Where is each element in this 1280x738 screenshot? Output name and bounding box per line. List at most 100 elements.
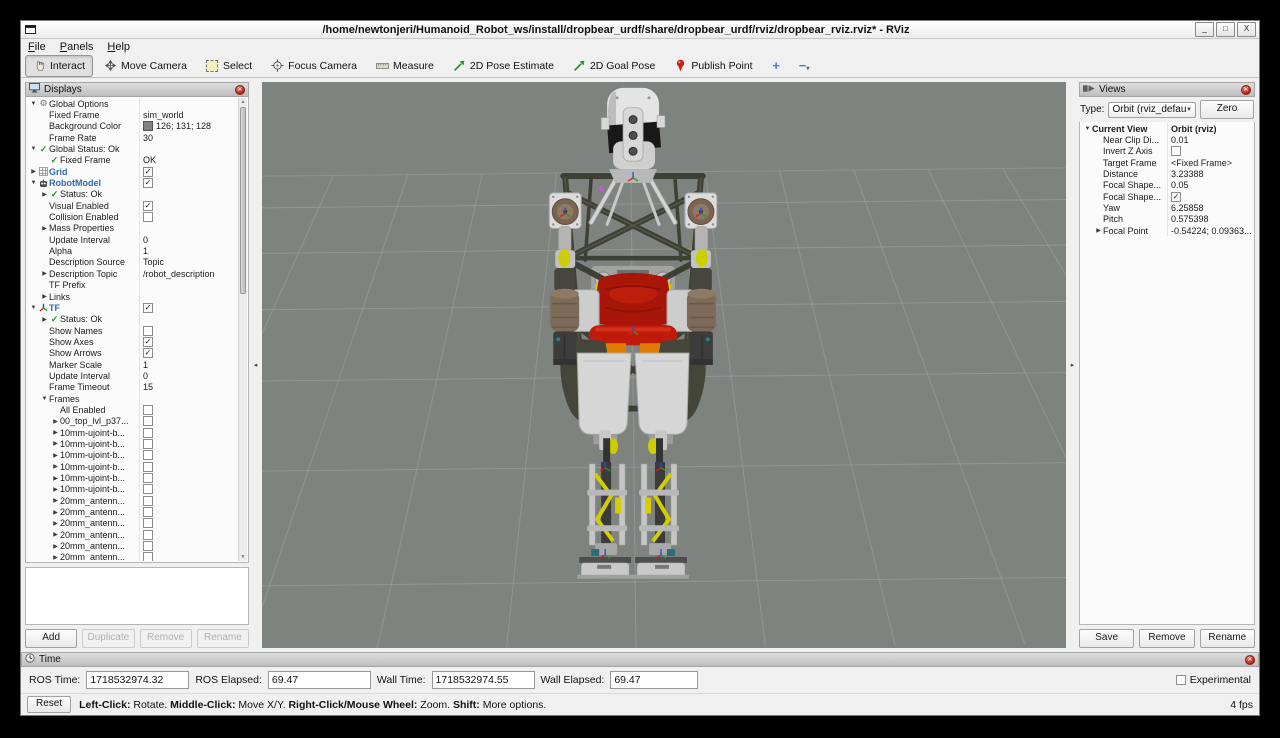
add-button[interactable]: Add xyxy=(25,629,77,648)
menu-item-panels[interactable]: Panels xyxy=(53,39,101,54)
views-close-icon[interactable]: ✕ xyxy=(1241,85,1251,95)
checkbox[interactable] xyxy=(143,439,153,449)
menu-item-file[interactable]: File xyxy=(21,39,53,54)
time-close-icon[interactable]: ✕ xyxy=(1245,655,1255,665)
tool-select[interactable]: Select xyxy=(198,55,260,77)
expander-right-icon[interactable]: ▶ xyxy=(51,543,60,550)
checkbox[interactable]: ✓ xyxy=(143,178,153,188)
tree-row[interactable]: Show Arrows✓ xyxy=(27,348,239,359)
collapse-right-icon[interactable]: ▸ xyxy=(1071,361,1075,369)
displays-scrollbar[interactable]: ▲ ▼ xyxy=(238,98,247,561)
expander-right-icon[interactable]: ▶ xyxy=(51,520,60,527)
tree-row[interactable]: ▶Focal Point-0.54224; 0.09363... xyxy=(1081,225,1253,236)
tree-row[interactable]: TF Prefix xyxy=(27,280,239,291)
expander-right-icon[interactable]: ▶ xyxy=(51,429,60,436)
scrollbar-thumb[interactable] xyxy=(240,107,246,294)
expander-right-icon[interactable]: ▶ xyxy=(40,316,49,323)
experimental-toggle[interactable]: Experimental xyxy=(1176,674,1251,686)
zero-button[interactable]: Zero xyxy=(1200,100,1254,119)
tree-row[interactable]: ▶10mm-ujoint-b... xyxy=(27,438,239,449)
tree-row[interactable]: ▼RobotModel✓ xyxy=(27,177,239,188)
expander-right-icon[interactable]: ▶ xyxy=(51,531,60,538)
tree-row[interactable]: ▶10mm-ujoint-b... xyxy=(27,461,239,472)
menu-item-help[interactable]: Help xyxy=(100,39,137,54)
expander-right-icon[interactable]: ▶ xyxy=(29,168,38,175)
scroll-down-icon[interactable]: ▼ xyxy=(239,553,247,561)
tree-row[interactable]: ▼TF✓ xyxy=(27,302,239,313)
expander-right-icon[interactable]: ▶ xyxy=(40,191,49,198)
tree-row[interactable]: Distance3.23388 xyxy=(1081,168,1253,179)
view-type-dropdown[interactable]: Orbit (rviz_default_ ▼ xyxy=(1108,102,1196,118)
expander-right-icon[interactable]: ▶ xyxy=(51,463,60,470)
tree-row[interactable]: ▶Grid✓ xyxy=(27,166,239,177)
tree-row[interactable]: ▼Frames xyxy=(27,393,239,404)
tree-row[interactable]: Frame Timeout15 xyxy=(27,382,239,393)
tree-row[interactable]: ▶Description Topic/robot_description xyxy=(27,268,239,279)
tree-row[interactable]: ▶00_top_lvl_p37... xyxy=(27,416,239,427)
views-panel-header[interactable]: Views ✕ xyxy=(1079,82,1255,97)
checkbox[interactable] xyxy=(143,484,153,494)
expander-down-icon[interactable]: ▼ xyxy=(29,180,38,186)
checkbox[interactable] xyxy=(143,496,153,506)
checkbox[interactable]: ✓ xyxy=(143,337,153,347)
checkbox[interactable] xyxy=(143,530,153,540)
tool-publish-point[interactable]: Publish Point xyxy=(666,55,760,77)
checkbox[interactable] xyxy=(143,326,153,336)
tree-row[interactable]: Near Clip Di...0.01 xyxy=(1081,134,1253,145)
tree-row[interactable]: Fixed Framesim_world xyxy=(27,109,239,120)
tree-row[interactable]: Marker Scale1 xyxy=(27,359,239,370)
remove-button[interactable]: Remove xyxy=(1139,629,1194,648)
tree-row[interactable]: Show Names xyxy=(27,325,239,336)
expander-right-icon[interactable]: ▶ xyxy=(51,509,60,516)
tree-row[interactable]: ▶10mm-ujoint-b... xyxy=(27,450,239,461)
tree-row[interactable]: ▶20mm_antenn... xyxy=(27,506,239,517)
expander-right-icon[interactable]: ▶ xyxy=(51,497,60,504)
render-viewport[interactable] xyxy=(262,82,1066,648)
checkbox[interactable] xyxy=(143,518,153,528)
expander-right-icon[interactable]: ▶ xyxy=(40,270,49,277)
expander-right-icon[interactable]: ▶ xyxy=(40,225,49,232)
tool-goal-pose[interactable]: 2D Goal Pose xyxy=(565,55,663,77)
expander-down-icon[interactable]: ▼ xyxy=(40,396,49,402)
maximize-button[interactable]: □ xyxy=(1216,22,1235,37)
expander-right-icon[interactable]: ▶ xyxy=(51,475,60,482)
checkbox[interactable] xyxy=(143,473,153,483)
experimental-checkbox[interactable] xyxy=(1176,675,1186,685)
ros-elapsed-input[interactable] xyxy=(268,671,371,689)
checkbox[interactable] xyxy=(143,552,153,561)
tree-row[interactable]: ▶20mm_antenn... xyxy=(27,529,239,540)
tree-row[interactable]: ▶20mm_antenn... xyxy=(27,552,239,561)
tool-add-tool[interactable]: + xyxy=(764,55,789,77)
wall-elapsed-input[interactable] xyxy=(610,671,698,689)
tree-row[interactable]: ▶10mm-ujoint-b... xyxy=(27,472,239,483)
minimize-button[interactable]: _ xyxy=(1195,22,1214,37)
expander-down-icon[interactable]: ▼ xyxy=(29,305,38,311)
tree-row[interactable]: ▶20mm_antenn... xyxy=(27,495,239,506)
expander-right-icon[interactable]: ▶ xyxy=(51,452,60,459)
expander-right-icon[interactable]: ▶ xyxy=(51,418,60,425)
checkbox[interactable]: ✓ xyxy=(143,167,153,177)
tree-row[interactable]: ▶✓Status: Ok xyxy=(27,189,239,200)
expander-down-icon[interactable]: ▼ xyxy=(1083,126,1092,132)
tree-row[interactable]: ✓Fixed FrameOK xyxy=(27,155,239,166)
title-bar[interactable]: /home/newtonjeri/Humanoid_Robot_ws/insta… xyxy=(21,21,1259,39)
tree-row[interactable]: ▼✓Global Status: Ok xyxy=(27,143,239,154)
expander-right-icon[interactable]: ▶ xyxy=(1094,227,1103,234)
tree-row[interactable]: Invert Z Axis xyxy=(1081,146,1253,157)
expander-right-icon[interactable]: ▶ xyxy=(51,554,60,561)
tree-row[interactable]: Collision Enabled xyxy=(27,211,239,222)
tree-row[interactable]: Pitch0.575398 xyxy=(1081,214,1253,225)
right-panel-splitter[interactable]: ▸ xyxy=(1066,82,1079,648)
left-panel-splitter[interactable]: ◂ xyxy=(249,82,262,648)
checkbox[interactable] xyxy=(143,507,153,517)
tree-row[interactable]: Update Interval0 xyxy=(27,234,239,245)
tree-row[interactable]: ▶10mm-ujoint-b... xyxy=(27,427,239,438)
tree-row[interactable]: Visual Enabled✓ xyxy=(27,200,239,211)
close-button[interactable]: X xyxy=(1237,22,1256,37)
checkbox[interactable] xyxy=(143,428,153,438)
tool-focus-camera[interactable]: Focus Camera xyxy=(263,55,365,77)
tool-measure[interactable]: Measure xyxy=(368,55,442,77)
expander-right-icon[interactable]: ▶ xyxy=(40,293,49,300)
tool-remove-tool[interactable]: −▾ xyxy=(792,55,817,77)
checkbox[interactable] xyxy=(143,450,153,460)
